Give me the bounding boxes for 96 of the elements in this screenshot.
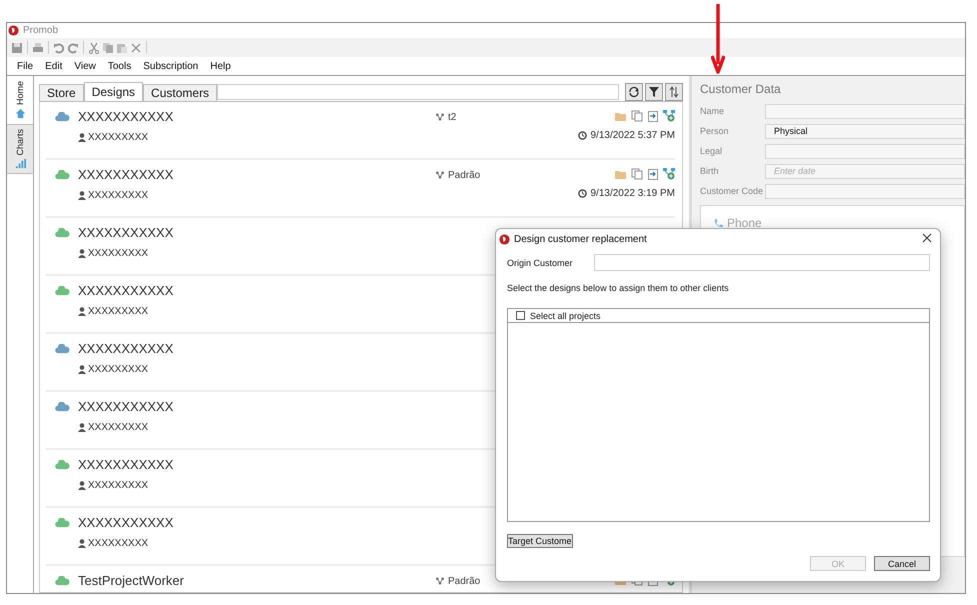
network-add-icon[interactable]	[663, 168, 675, 180]
design-title: TestProjectWorker	[78, 573, 185, 588]
copy-icon[interactable]	[631, 110, 643, 122]
owner-name: XXXXXXXXX	[88, 538, 148, 549]
cut-icon[interactable]	[88, 42, 100, 54]
input-field[interactable]: Physical	[765, 124, 965, 138]
refresh-icon	[628, 86, 640, 98]
field-label: Name	[700, 106, 726, 116]
design-title: XXXXXXXXXXX	[78, 225, 174, 240]
branch-icon	[435, 577, 445, 585]
close-button[interactable]	[922, 233, 934, 245]
menu-item[interactable]: Edit	[39, 60, 68, 72]
target-customer-button[interactable]: Target Custome	[507, 534, 573, 548]
owner-name: XXXXXXXXX	[88, 132, 148, 143]
design-title: XXXXXXXXXXX	[78, 167, 174, 182]
person-icon	[78, 307, 86, 316]
field-label: Birth	[700, 166, 720, 176]
design-title: XXXXXXXXXXX	[78, 283, 174, 298]
field-label: Customer Code	[700, 186, 764, 196]
menu-item[interactable]: Subscription	[137, 60, 204, 72]
design-item[interactable]: XXXXXXXXXXX XXXXXXXXX t2 9/13/2022 5:37 PM	[46, 102, 675, 160]
owner-name: XXXXXXXXX	[88, 190, 148, 201]
down-arrow	[711, 4, 725, 74]
field-label: Person	[700, 126, 730, 136]
filter-icon	[648, 86, 660, 98]
dialog-button[interactable]: Cancel	[874, 556, 930, 571]
input-field[interactable]	[594, 254, 930, 271]
save-icon[interactable]	[11, 42, 23, 54]
version-label: t2	[448, 112, 456, 122]
person-icon	[78, 249, 86, 258]
menu-item[interactable]: File	[11, 60, 40, 72]
input-field[interactable]	[765, 184, 965, 198]
clock-icon	[578, 189, 588, 198]
undo-icon[interactable]	[53, 42, 65, 54]
owner-name: XXXXXXXXX	[88, 422, 148, 433]
panel-title: Customer Data	[700, 82, 782, 96]
person-icon	[78, 365, 86, 374]
bar-chart-icon	[14, 158, 26, 170]
version-label: Padrão	[448, 576, 480, 586]
person-icon	[78, 423, 86, 432]
sort-button[interactable]	[665, 83, 683, 101]
branch-icon	[435, 171, 445, 179]
copy-icon[interactable]	[102, 42, 114, 54]
input-field[interactable]	[765, 144, 965, 158]
home-icon	[14, 108, 26, 119]
date-label: 9/13/2022 3:19 PM	[590, 188, 675, 199]
folder-icon[interactable]	[615, 110, 627, 122]
export-icon[interactable]	[647, 168, 659, 180]
menu-item[interactable]: Help	[204, 60, 237, 72]
app-logo-icon	[499, 234, 510, 244]
clock-icon	[578, 131, 588, 140]
design-item[interactable]: XXXXXXXXXXX XXXXXXXXX Padrão 9/13/2022 3:19 PM	[46, 160, 675, 218]
delete-icon[interactable]	[130, 42, 142, 54]
owner-name: XXXXXXXXX	[88, 480, 148, 491]
copy-icon[interactable]	[631, 168, 643, 180]
menu-item[interactable]: View	[68, 60, 102, 72]
field-label: Origin Customer	[507, 258, 573, 268]
field-label: Legal	[700, 146, 724, 156]
export-icon[interactable]	[647, 110, 659, 122]
design-title: XXXXXXXXXXX	[78, 109, 174, 124]
print-icon[interactable]	[32, 42, 44, 54]
design-title: XXXXXXXXXXX	[78, 399, 174, 414]
input-field[interactable]: Enter date	[765, 164, 965, 178]
side-tab[interactable]: Charts	[7, 125, 33, 174]
dialog-title: Design customer replacement	[514, 234, 648, 244]
version-label: Padrão	[448, 170, 480, 180]
phone-icon	[713, 218, 724, 228]
owner-name: XXXXXXXXX	[88, 248, 148, 259]
sort-icon	[668, 86, 680, 98]
folder-icon[interactable]	[615, 168, 627, 180]
design-title: XXXXXXXXXXX	[78, 515, 174, 530]
branch-icon	[435, 113, 445, 121]
design-title: XXXXXXXXXXX	[78, 457, 174, 472]
input-field[interactable]	[765, 104, 965, 118]
search-field[interactable]	[217, 84, 619, 100]
window-title: Promob	[23, 25, 58, 36]
design-title: XXXXXXXXXXX	[78, 341, 174, 356]
menu-item[interactable]: Tools	[102, 60, 138, 72]
refresh-button[interactable]	[625, 83, 643, 101]
date-label: 9/13/2022 5:37 PM	[590, 130, 675, 141]
section-label: Phone	[727, 216, 762, 230]
redo-icon[interactable]	[67, 42, 79, 54]
network-add-icon[interactable]	[663, 110, 675, 122]
tab[interactable]: Store	[39, 84, 84, 101]
person-icon	[78, 481, 86, 490]
filter-button[interactable]	[645, 83, 663, 101]
checkbox[interactable]	[516, 311, 525, 320]
person-icon	[78, 191, 86, 200]
owner-name: XXXXXXXXX	[88, 306, 148, 317]
tab[interactable]: Customers	[143, 84, 218, 101]
checkbox-label: Select all projects	[530, 310, 601, 320]
person-icon	[78, 539, 86, 548]
owner-name: XXXXXXXXX	[88, 364, 148, 375]
paste-icon[interactable]	[116, 42, 128, 54]
tab[interactable]: Designs	[84, 82, 144, 101]
person-icon	[78, 133, 86, 142]
